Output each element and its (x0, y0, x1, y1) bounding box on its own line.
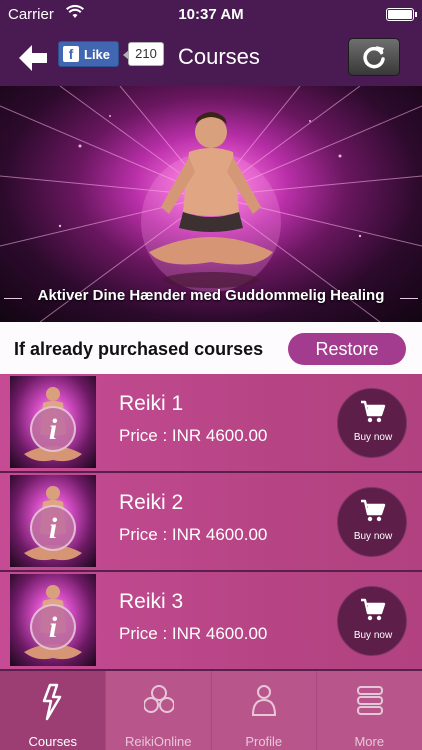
buy-now-label: Buy now (353, 630, 393, 641)
navigation-bar: f Like 210 Courses (0, 30, 422, 86)
course-name: Reiki 2 (119, 491, 184, 514)
shopping-cart-icon (361, 400, 386, 423)
course-name: Reiki 1 (119, 392, 184, 415)
buy-now-label: Buy now (353, 531, 393, 542)
restore-button[interactable]: Restore (288, 333, 406, 365)
tab-label: More (354, 734, 385, 749)
clock: 10:37 AM (178, 6, 244, 23)
buy-now-button[interactable]: Buy now (337, 487, 407, 557)
course-row[interactable]: i Reiki 3 Price : INR 4600.00 Buy now (0, 572, 422, 669)
tab-profile[interactable]: Profile (211, 671, 317, 750)
buy-now-button[interactable]: Buy now (337, 586, 407, 656)
facebook-like-label: Like (84, 46, 111, 62)
tab-label: ReikiOnline (125, 734, 192, 749)
person-icon (251, 685, 277, 716)
battery-icon (386, 8, 417, 21)
back-arrow-icon[interactable] (16, 42, 50, 74)
hero-banner: Aktiver Dine Hænder med Guddommelig Heal… (0, 86, 422, 322)
info-icon[interactable]: i (30, 604, 76, 650)
course-price: Price : INR 4600.00 (119, 426, 268, 445)
caption-divider-right (400, 298, 418, 299)
buy-now-button[interactable]: Buy now (337, 388, 407, 458)
facebook-like-button[interactable]: f Like (58, 41, 120, 67)
shopping-cart-icon (361, 499, 386, 522)
buy-now-label: Buy now (353, 432, 393, 443)
course-row[interactable]: i Reiki 2 Price : INR 4600.00 Buy now (0, 473, 422, 570)
tab-courses[interactable]: Courses (0, 671, 106, 750)
course-name: Reiki 3 (119, 590, 184, 613)
restore-prompt: If already purchased courses (14, 339, 264, 359)
course-thumbnail[interactable]: i (10, 475, 96, 567)
course-row[interactable]: i Reiki 1 Price : INR 4600.00 Buy now (0, 374, 422, 471)
stack-icon (356, 686, 383, 715)
online-recycle-icon (143, 685, 174, 713)
course-price: Price : INR 4600.00 (119, 624, 268, 643)
info-icon[interactable]: i (30, 406, 76, 452)
tab-label: Courses (28, 734, 77, 749)
banner-caption: Aktiver Dine Hænder med Guddommelig Heal… (37, 287, 385, 304)
tab-bar: Courses ReikiOnline Profile More (0, 671, 422, 750)
restore-purchases-bar: If already purchased courses Restore (0, 322, 422, 374)
status-bar: Carrier 10:37 AM (0, 0, 422, 30)
tab-reikionline[interactable]: ReikiOnline (106, 671, 212, 750)
course-price: Price : INR 4600.00 (119, 525, 268, 544)
lightning-hand-icon (42, 683, 62, 721)
tab-label: Profile (245, 734, 283, 749)
shopping-cart-icon (361, 598, 386, 621)
course-thumbnail[interactable]: i (10, 574, 96, 666)
refresh-button[interactable] (348, 38, 400, 76)
page-title: Courses (178, 44, 260, 69)
info-icon[interactable]: i (30, 505, 76, 551)
refresh-icon (363, 46, 385, 69)
facebook-like-count: 210 (123, 42, 164, 66)
course-thumbnail[interactable]: i (10, 376, 96, 468)
meditating-man-illustration (141, 112, 281, 292)
tab-more[interactable]: More (317, 671, 422, 750)
facebook-icon: f (63, 46, 79, 62)
